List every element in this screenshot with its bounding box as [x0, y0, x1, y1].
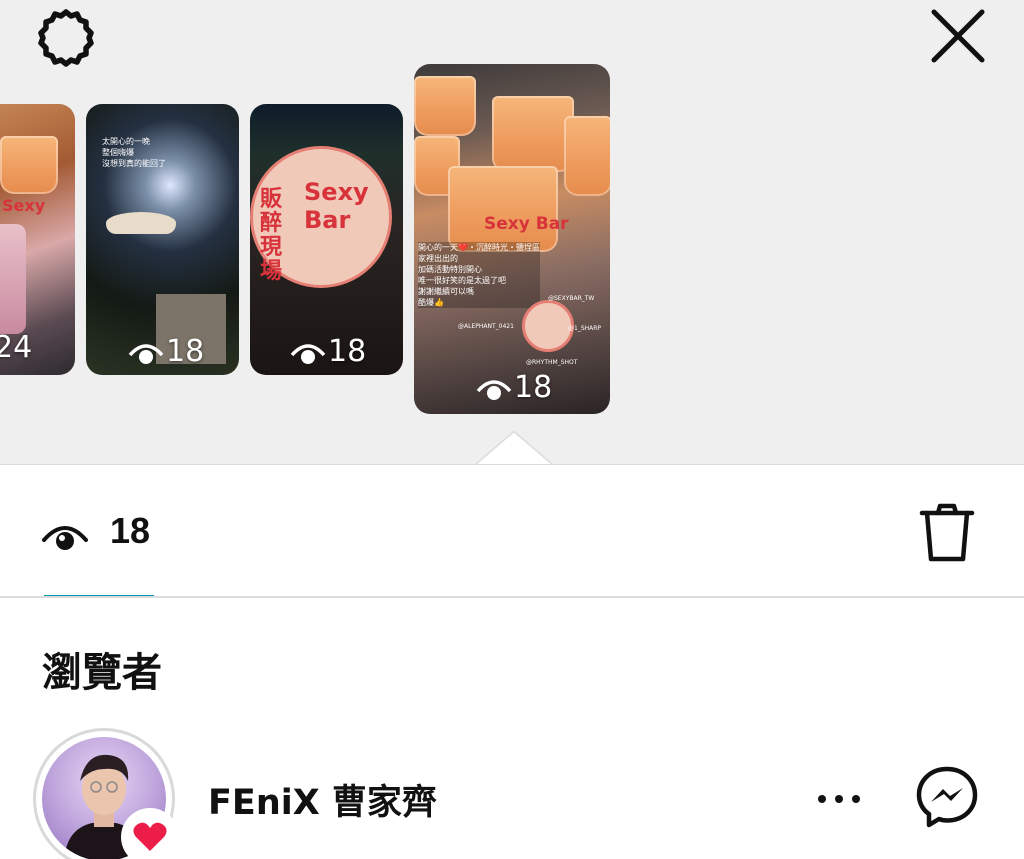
drink-cup: [414, 76, 476, 136]
mention-tag: @ALEPHANT_0421: [458, 323, 514, 330]
mention-tag: @SEXYBAR_TW: [548, 295, 595, 302]
messenger-icon[interactable]: [914, 764, 980, 830]
coaster-text: 販醉現場: [260, 187, 283, 284]
cup-logo: Sexy Bar: [484, 214, 569, 234]
viewer-name[interactable]: FEniX 曹家齊: [208, 774, 437, 825]
story-thumbnail[interactable]: 太開心的一晚 整個嗨爆 沒想到真的能回了 18: [86, 104, 239, 375]
story-thumbnail[interactable]: Sexy 24: [0, 104, 75, 375]
coaster-brand: Sexy Bar: [304, 178, 369, 234]
divider: [0, 596, 1024, 598]
drink-cup: [492, 96, 574, 172]
story-view-count: 18: [128, 334, 204, 369]
eye-icon: [476, 379, 512, 400]
view-count: 18: [110, 510, 151, 551]
story-strip: Sexy 24 太開心的一晚 整個嗨爆 沒想到真的能回了 18 Sexy Bar…: [0, 0, 1024, 464]
close-icon[interactable]: [926, 4, 990, 68]
story-view-count: 18: [290, 334, 366, 369]
story-caption: 開心的一天❤️・沉醉時光・鹽埕區 家裡出出的 加碼活動特別開心 唯一很好笑的是太…: [418, 242, 540, 308]
coaster: [522, 300, 574, 352]
eye-icon: [42, 526, 88, 550]
gear-icon[interactable]: [34, 6, 98, 70]
story-caption: 太開心的一晚 整個嗨爆 沒想到真的能回了: [102, 137, 166, 168]
mention-tag: @1_SHARP: [568, 325, 602, 332]
umbrella-image: [106, 212, 176, 234]
reaction-badge: [121, 808, 179, 859]
viewers-section-title: 瀏覽者: [42, 650, 162, 696]
selection-pointer: [476, 430, 552, 465]
eye-icon: [290, 343, 326, 364]
trash-icon[interactable]: [914, 499, 980, 565]
cake-image: [0, 224, 26, 334]
story-thumbnail[interactable]: Sexy Bar 販醉現場 18: [250, 104, 403, 375]
drink-cup: [448, 166, 558, 252]
drink-cup: [564, 116, 610, 196]
mention-tag: @RHYTHM_SHOT: [526, 359, 578, 366]
story-view-count: 24: [0, 330, 33, 365]
view-stats-row: 18: [0, 464, 1024, 597]
cup-logo: Sexy: [2, 196, 46, 215]
eye-icon: [128, 343, 164, 364]
drink-cup: [0, 136, 58, 194]
story-thumbnail-selected[interactable]: Sexy Bar 開心的一天❤️・沉醉時光・鹽埕區 家裡出出的 加碼活動特別開心…: [414, 64, 610, 414]
heart-icon: [133, 822, 167, 851]
more-dots-icon[interactable]: [812, 784, 866, 814]
story-view-count: 18: [476, 370, 552, 405]
viewer-list-item[interactable]: FEniX 曹家齊: [0, 722, 1024, 859]
